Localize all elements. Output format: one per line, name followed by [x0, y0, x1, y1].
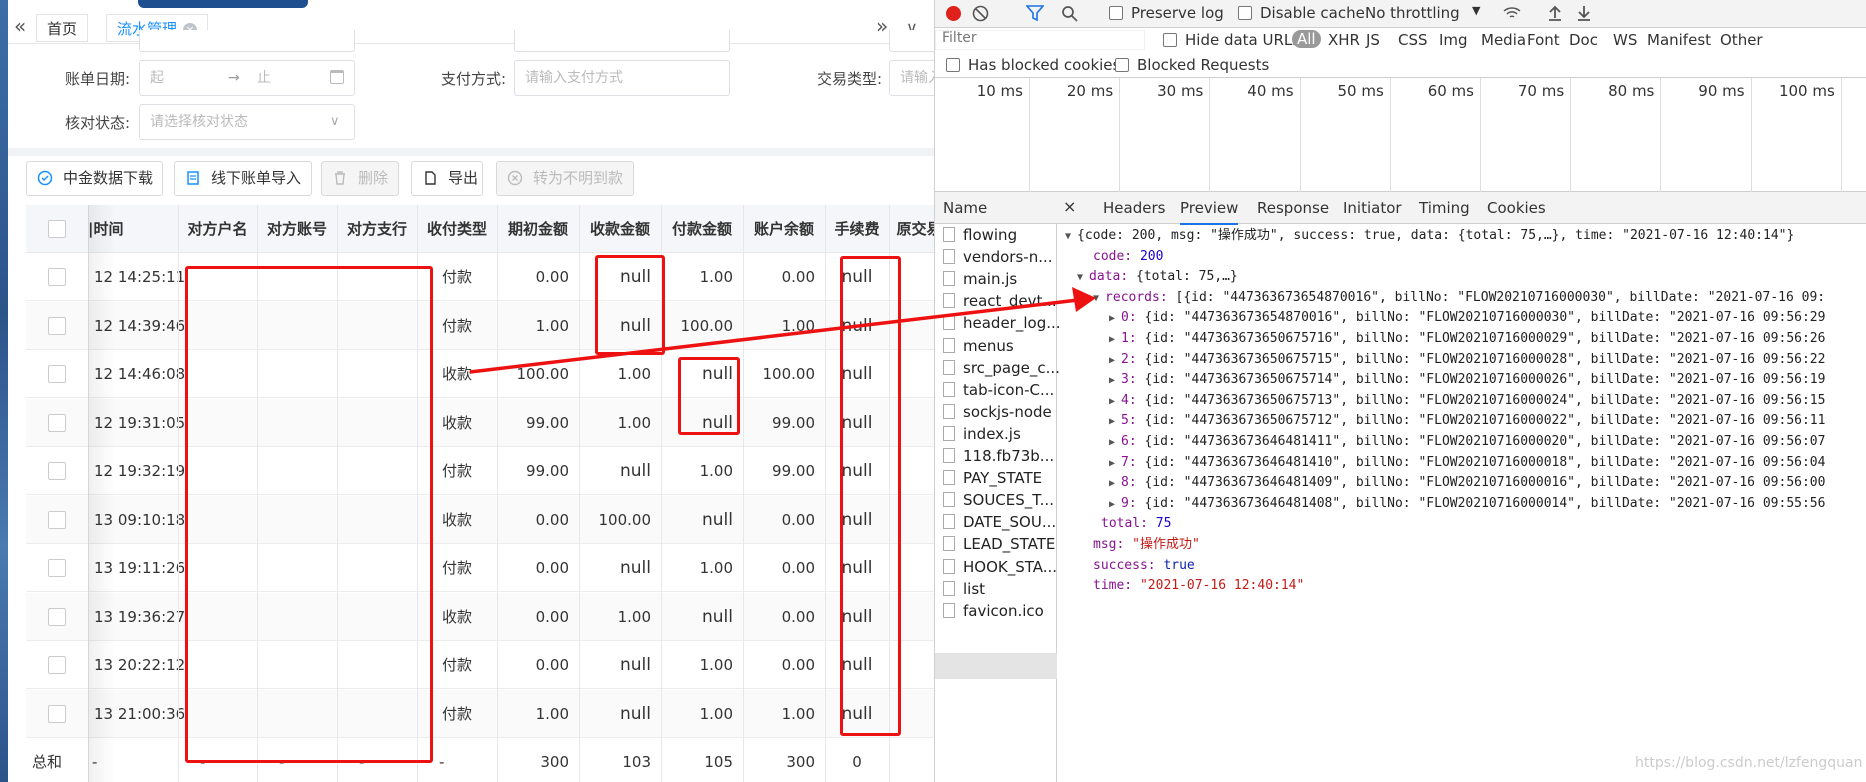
annotation-arrow — [469, 287, 1096, 374]
